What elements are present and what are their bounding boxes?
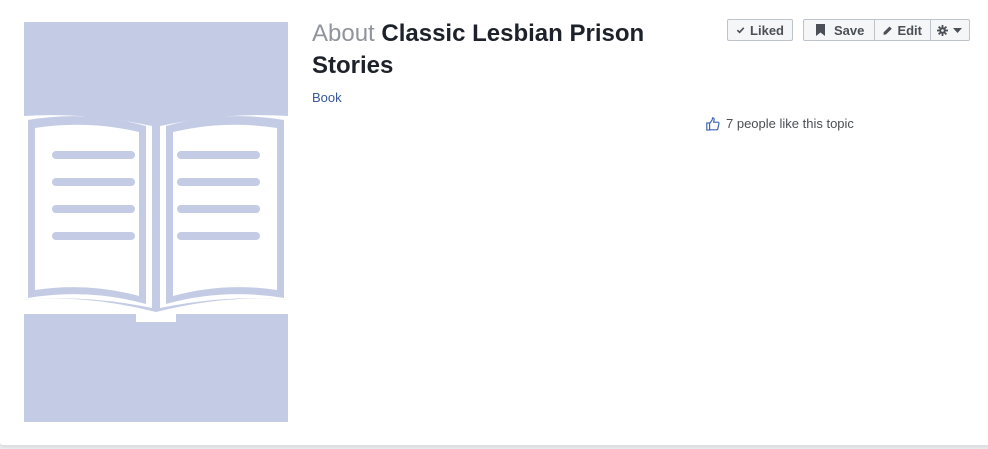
- page-actions-group: Save Edit: [803, 19, 970, 41]
- save-label: Save: [834, 22, 865, 38]
- bookmark-icon: [816, 24, 825, 36]
- pencil-icon: [883, 25, 892, 35]
- category-link[interactable]: Book: [312, 90, 342, 105]
- likes-count-text: 7 people like this topic: [726, 116, 854, 131]
- thumbs-up-icon: [706, 116, 720, 131]
- liked-button[interactable]: Liked: [727, 19, 793, 41]
- topic-header-card: About Classic Lesbian Prison Stories Boo…: [0, 0, 988, 446]
- cover-image[interactable]: [24, 22, 288, 422]
- save-button[interactable]: Save: [804, 20, 874, 40]
- gear-icon: [937, 24, 948, 36]
- checkmark-icon: [736, 27, 745, 34]
- settings-button[interactable]: [930, 20, 969, 40]
- open-book-icon: [24, 115, 288, 322]
- likes-summary: 7 people like this topic: [706, 116, 854, 131]
- edit-label: Edit: [897, 22, 922, 38]
- title-prefix: About: [312, 20, 375, 47]
- title-block: About Classic Lesbian Prison Stories Boo…: [312, 18, 672, 107]
- caret-down-icon: [953, 27, 962, 33]
- liked-label: Liked: [750, 22, 784, 38]
- edit-button[interactable]: Edit: [874, 20, 930, 40]
- page-title: About Classic Lesbian Prison Stories: [312, 18, 672, 82]
